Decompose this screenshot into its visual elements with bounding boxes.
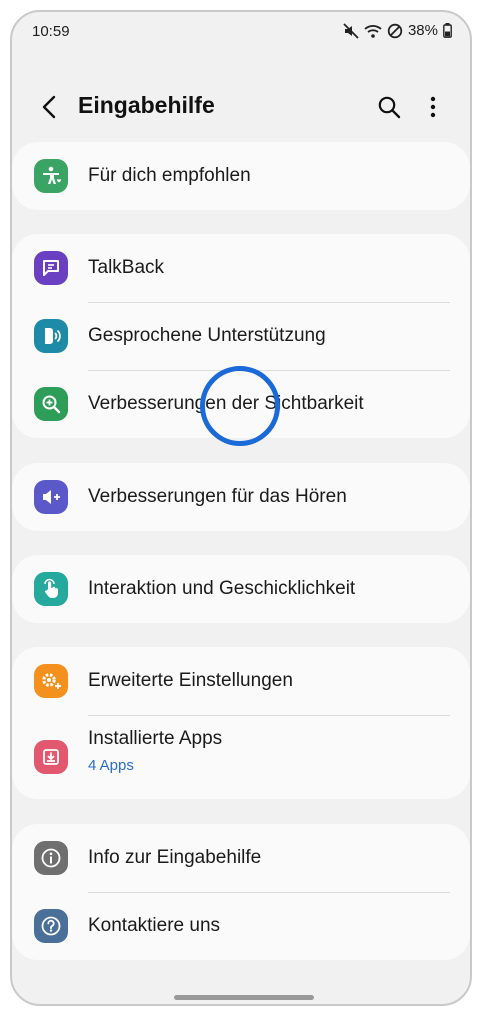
list-item-label: Kontaktiere uns: [88, 915, 221, 936]
volume-plus-icon: [34, 480, 68, 514]
speech-bubble-icon: [34, 251, 68, 285]
home-indicator[interactable]: [174, 995, 314, 1000]
wifi-icon: [364, 23, 382, 39]
gear-plus-icon: [34, 664, 68, 698]
phone-screen: 10:59 38% Eingabehilfe Für dich empfohle…: [10, 10, 472, 1006]
list-item-talkback[interactable]: TalkBack: [12, 234, 470, 302]
status-bar: 10:59 38%: [12, 12, 470, 52]
list-item-contact-us[interactable]: Kontaktiere uns: [12, 892, 470, 960]
settings-group-advanced: Erweiterte Einstellungen Installierte Ap…: [12, 647, 470, 799]
back-arrow-icon: [42, 95, 56, 119]
accessibility-person-icon: [34, 159, 68, 193]
app-bar: Eingabehilfe: [12, 82, 470, 132]
settings-group-info: Info zur Eingabehilfe Kontaktiere uns: [12, 824, 470, 960]
more-options-button[interactable]: [418, 90, 448, 124]
list-item-advanced-settings[interactable]: Erweiterte Einstellungen: [12, 647, 470, 715]
list-item-label: Erweiterte Einstellungen: [88, 670, 293, 691]
list-item-hearing[interactable]: Verbesserungen für das Hören: [12, 463, 470, 531]
question-icon: [34, 909, 68, 943]
battery-icon: [443, 23, 452, 38]
list-item-subtitle: 4 Apps: [88, 757, 134, 774]
hand-touch-icon: [34, 572, 68, 606]
status-time: 10:59: [32, 23, 70, 40]
list-item-about-accessibility[interactable]: Info zur Eingabehilfe: [12, 824, 470, 892]
list-item-label: Gesprochene Unterstützung: [88, 325, 326, 346]
search-icon: [378, 96, 401, 119]
speaking-head-icon: [34, 319, 68, 353]
more-vert-icon: [430, 96, 436, 118]
settings-group-vision: TalkBack Gesprochene Unterstützung Verbe…: [12, 234, 470, 438]
list-item-spoken-assistance[interactable]: Gesprochene Unterstützung: [12, 302, 470, 370]
download-box-icon: [34, 740, 68, 774]
magnifier-plus-icon: [34, 387, 68, 421]
back-button[interactable]: [34, 90, 64, 124]
list-item-label: Verbesserungen für das Hören: [88, 486, 347, 507]
page-title: Eingabehilfe: [78, 92, 215, 118]
list-item-label: Für dich empfohlen: [88, 165, 251, 186]
search-button[interactable]: [372, 90, 406, 124]
list-item-label: Info zur Eingabehilfe: [88, 847, 262, 868]
list-item-interaction[interactable]: Interaktion und Geschicklichkeit: [12, 555, 470, 623]
list-item-visibility[interactable]: Verbesserungen der Sichtbarkeit: [12, 370, 470, 438]
battery-percent: 38%: [407, 22, 438, 39]
list-item-installed-apps[interactable]: Installierte Apps 4 Apps: [12, 715, 470, 799]
list-item-label: Interaktion und Geschicklichkeit: [88, 578, 356, 599]
list-item-label: TalkBack: [88, 257, 165, 278]
list-item-label: Installierte Apps: [88, 728, 223, 749]
list-item-recommended[interactable]: Für dich empfohlen: [12, 142, 470, 210]
info-icon: [34, 841, 68, 875]
dnd-icon: [387, 23, 403, 39]
settings-group-recommended: Für dich empfohlen: [12, 142, 470, 210]
status-icons: 38%: [343, 22, 452, 39]
settings-group-hearing: Verbesserungen für das Hören: [12, 463, 470, 531]
settings-group-interaction: Interaktion und Geschicklichkeit: [12, 555, 470, 623]
mute-icon: [343, 22, 359, 39]
list-item-label: Verbesserungen der Sichtbarkeit: [88, 393, 364, 414]
